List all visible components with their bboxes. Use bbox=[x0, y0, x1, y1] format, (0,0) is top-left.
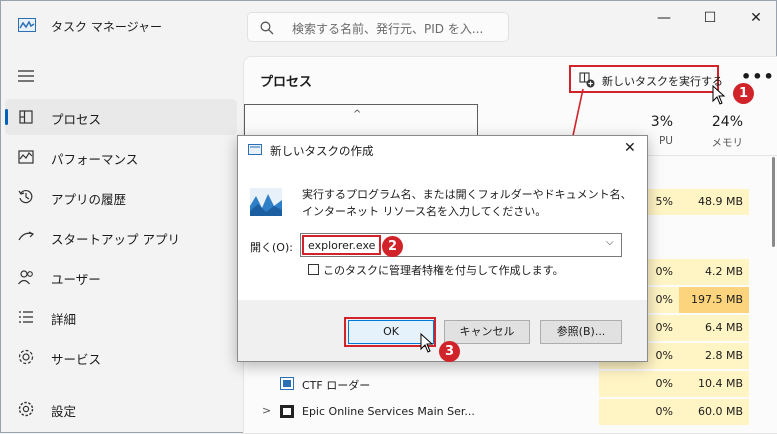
startup-icon bbox=[18, 231, 35, 241]
page-title: プロセス bbox=[260, 75, 313, 90]
sidebar-item-services[interactable]: サービス bbox=[5, 339, 237, 375]
users-icon bbox=[18, 270, 33, 285]
task-manager-icon bbox=[18, 18, 36, 32]
memory-cell: 197.5 MB bbox=[679, 287, 749, 313]
sidebar-item-label: アプリの履歴 bbox=[51, 192, 127, 207]
memory-cell: 10.4 MB bbox=[679, 371, 749, 397]
maximize-button[interactable]: ☐ bbox=[687, 6, 733, 30]
mouse-cursor-icon bbox=[712, 85, 726, 105]
memory-cell: 2.8 MB bbox=[679, 343, 749, 369]
performance-icon bbox=[18, 150, 34, 164]
ctf-loader-icon bbox=[280, 377, 294, 390]
processes-icon bbox=[19, 110, 33, 124]
services-icon bbox=[18, 349, 34, 365]
step-3-badge: 3 bbox=[439, 341, 460, 362]
cpu-cell: 0% bbox=[599, 399, 679, 425]
cpu-cell: 0% bbox=[599, 371, 679, 397]
scrollbar[interactable] bbox=[772, 157, 775, 247]
open-input-value[interactable]: explorer.exe bbox=[302, 235, 382, 255]
details-icon bbox=[19, 311, 33, 323]
dialog-close-icon[interactable]: ✕ bbox=[624, 140, 636, 156]
title-bar: タスク マネージャー 検索する名前、発行元、PID を入... — ☐ ✕ bbox=[1, 1, 777, 51]
sidebar-item-performance[interactable]: パフォーマンス bbox=[5, 139, 237, 175]
search-icon bbox=[260, 21, 274, 35]
sidebar-item-label: ユーザー bbox=[51, 272, 101, 287]
dialog-title-bar: 新しいタスクの作成 ✕ bbox=[238, 136, 647, 164]
sidebar-item-label: 設定 bbox=[51, 404, 77, 419]
memory-cell: 48.9 MB bbox=[679, 189, 749, 215]
hamburger-menu-icon[interactable] bbox=[17, 69, 35, 83]
cpu-total: 3% bbox=[650, 114, 673, 130]
app-title: タスク マネージャー bbox=[51, 20, 162, 34]
sidebar-item-label: パフォーマンス bbox=[51, 152, 139, 167]
memory-cell: 60.0 MB bbox=[679, 399, 749, 425]
sidebar-item-users[interactable]: ユーザー bbox=[5, 259, 237, 295]
close-button[interactable]: ✕ bbox=[733, 6, 777, 30]
cancel-button[interactable]: キャンセル bbox=[444, 320, 530, 344]
memory-label: メモリ bbox=[711, 137, 744, 149]
sidebar-item-label: サービス bbox=[51, 352, 102, 367]
table-row[interactable]: > Epic Online Services Main Ser... 0% 60… bbox=[244, 399, 764, 425]
run-program-icon bbox=[250, 188, 282, 216]
browse-button[interactable]: 参照(B)... bbox=[540, 320, 622, 344]
process-name: Epic Online Services Main Ser... bbox=[302, 405, 475, 418]
run-new-task-label: 新しいタスクを実行する bbox=[602, 75, 723, 88]
search-box[interactable]: 検索する名前、発行元、PID を入... bbox=[247, 12, 509, 42]
memory-cell: 6.4 MB bbox=[679, 315, 749, 341]
history-icon bbox=[18, 189, 33, 204]
search-placeholder: 検索する名前、発行元、PID を入... bbox=[292, 22, 484, 36]
memory-cell: 4.2 MB bbox=[679, 259, 749, 285]
sidebar-item-label: 詳細 bbox=[51, 312, 77, 327]
expand-chevron-icon[interactable]: > bbox=[262, 404, 271, 417]
sidebar-item-details[interactable]: 詳細 bbox=[5, 299, 237, 335]
sidebar-item-startup-apps[interactable]: スタートアップ アプリ bbox=[5, 219, 237, 255]
dialog-description: 実行するプログラム名、または開くフォルダーやドキュメント名、インターネット リソ… bbox=[302, 188, 632, 218]
minimize-button[interactable]: — bbox=[641, 6, 687, 30]
dialog-title: 新しいタスクの作成 bbox=[270, 144, 374, 158]
sidebar-item-processes[interactable]: プロセス bbox=[5, 99, 237, 135]
sidebar-item-label: スタートアップ アプリ bbox=[51, 232, 180, 247]
create-new-task-dialog: 新しいタスクの作成 ✕ 実行するプログラム名、または開くフォルダーやドキュメント… bbox=[237, 135, 648, 362]
open-label: 開く(O): bbox=[250, 241, 293, 254]
memory-column-header[interactable]: 24% メモリ bbox=[679, 104, 749, 156]
sidebar-item-settings[interactable]: 設定 bbox=[5, 391, 237, 427]
sort-caret-icon: ^ bbox=[353, 109, 362, 120]
process-name: CTF ローダー bbox=[302, 379, 371, 392]
new-task-icon bbox=[579, 72, 595, 88]
chevron-down-icon[interactable]: ⌵ bbox=[606, 237, 614, 248]
memory-total: 24% bbox=[711, 114, 743, 130]
task-manager-window: タスク マネージャー 検索する名前、発行元、PID を入... — ☐ ✕ プロ… bbox=[0, 0, 777, 434]
settings-icon bbox=[18, 401, 34, 417]
run-new-task-button[interactable]: 新しいタスクを実行する bbox=[569, 65, 723, 93]
dialog-app-icon bbox=[248, 144, 262, 155]
mouse-cursor-icon bbox=[420, 333, 434, 353]
admin-privilege-label: このタスクに管理者特権を付与して作成します。 bbox=[323, 264, 564, 277]
open-combobox[interactable]: explorer.exe ⌵ bbox=[300, 233, 622, 257]
sidebar-item-label: プロセス bbox=[51, 112, 102, 127]
step-1-badge: 1 bbox=[733, 83, 754, 104]
sidebar-item-app-history[interactable]: アプリの履歴 bbox=[5, 179, 237, 215]
active-indicator bbox=[5, 109, 8, 125]
table-row[interactable]: CTF ローダー 0% 10.4 MB bbox=[244, 371, 764, 397]
admin-privilege-checkbox[interactable] bbox=[308, 264, 319, 275]
step-2-badge: 2 bbox=[382, 236, 403, 257]
epic-games-icon bbox=[280, 405, 294, 418]
